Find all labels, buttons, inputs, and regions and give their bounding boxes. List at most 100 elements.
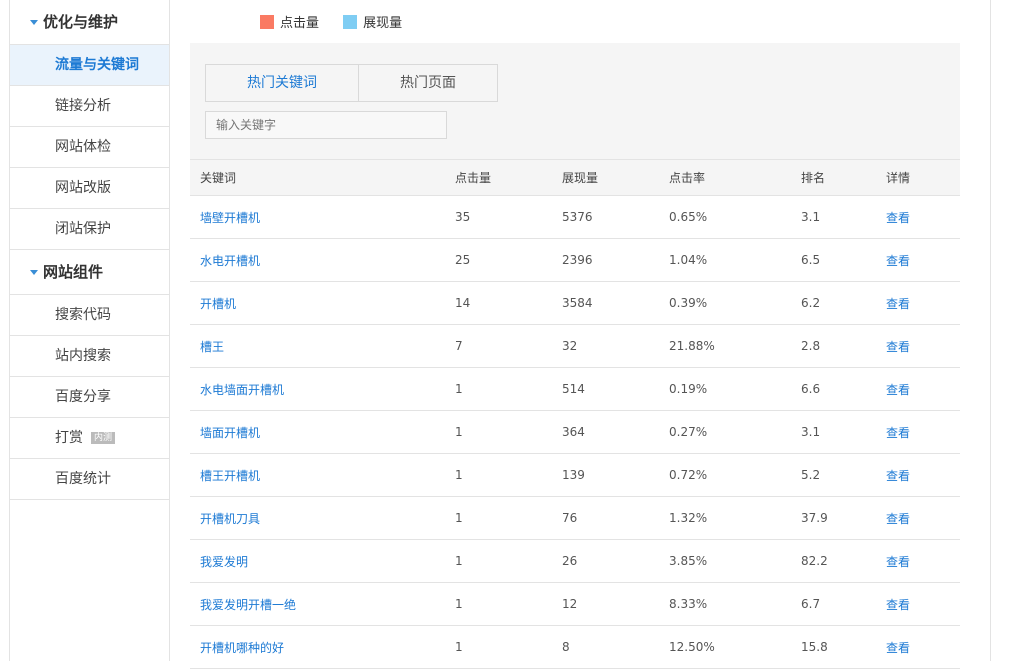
chart-legend: 点击量 展现量: [260, 12, 422, 31]
sidebar-item-baidu-stats[interactable]: 百度统计: [10, 459, 169, 500]
keyword-link[interactable]: 我爱发明开槽一绝: [200, 598, 296, 612]
impressions-cell: 12: [561, 582, 668, 626]
filter-panel: 热门关键词 热门页面: [190, 43, 960, 160]
clicks-cell: 1: [454, 539, 561, 583]
impressions-cell: 8: [561, 625, 668, 669]
keyword-link[interactable]: 墙面开槽机: [200, 426, 260, 440]
detail-link[interactable]: 查看: [885, 238, 960, 282]
detail-link[interactable]: 查看: [885, 539, 960, 583]
keyword-cell: 开槽机刀具: [190, 496, 454, 540]
sidebar-item-site-search[interactable]: 站内搜索: [10, 336, 169, 377]
ctr-cell: 3.85%: [668, 539, 800, 583]
rank-cell: 6.2: [800, 281, 885, 325]
detail-link[interactable]: 查看: [885, 367, 960, 411]
keyword-link[interactable]: 开槽机刀具: [200, 512, 260, 526]
ctr-cell: 0.19%: [668, 367, 800, 411]
rank-cell: 82.2: [800, 539, 885, 583]
table-row: 开槽机 14 3584 0.39% 6.2 查看: [190, 281, 960, 325]
sidebar-item-site-revision[interactable]: 网站改版: [10, 168, 169, 209]
sidebar-group-title: 优化与维护: [43, 13, 119, 31]
detail-link[interactable]: 查看: [885, 195, 960, 239]
impressions-cell: 139: [561, 453, 668, 497]
clicks-cell: 1: [454, 625, 561, 669]
ctr-cell: 21.88%: [668, 324, 800, 368]
clicks-cell: 1: [454, 582, 561, 626]
ctr-cell: 0.72%: [668, 453, 800, 497]
rank-cell: 3.1: [800, 410, 885, 454]
keyword-link[interactable]: 我爱发明: [200, 555, 248, 569]
sidebar-item-link-analysis[interactable]: 链接分析: [10, 86, 169, 127]
clicks-cell: 1: [454, 410, 561, 454]
rank-cell: 3.1: [800, 195, 885, 239]
table-row: 我爱发明开槽一绝 1 12 8.33% 6.7 查看: [190, 582, 960, 626]
keyword-cell: 墙壁开槽机: [190, 195, 454, 239]
caret-down-icon: [30, 270, 38, 275]
impressions-cell: 32: [561, 324, 668, 368]
clicks-cell: 1: [454, 496, 561, 540]
sidebar-item-site-protection[interactable]: 闭站保护: [10, 209, 169, 250]
keyword-link[interactable]: 槽王开槽机: [200, 469, 260, 483]
detail-link[interactable]: 查看: [885, 410, 960, 454]
legend-label: 点击量: [280, 16, 320, 31]
keyword-link[interactable]: 开槽机哪种的好: [200, 641, 284, 655]
table-row: 槽王开槽机 1 139 0.72% 5.2 查看: [190, 453, 960, 497]
keyword-cell: 开槽机: [190, 281, 454, 325]
detail-link[interactable]: 查看: [885, 453, 960, 497]
legend-swatch: [260, 15, 274, 29]
detail-link[interactable]: 查看: [885, 496, 960, 540]
rank-cell: 5.2: [800, 453, 885, 497]
page-border-right: [990, 0, 991, 661]
legend-label: 展现量: [363, 16, 403, 31]
keyword-cell: 槽王开槽机: [190, 453, 454, 497]
tab-hot-keywords[interactable]: 热门关键词: [206, 65, 358, 101]
legend-item-impressions[interactable]: 展现量: [343, 12, 402, 31]
clicks-cell: 1: [454, 367, 561, 411]
sidebar-item-traffic-keywords[interactable]: 流量与关键词: [10, 45, 169, 86]
keyword-link[interactable]: 水电墙面开槽机: [200, 383, 284, 397]
sidebar-item-baidu-share[interactable]: 百度分享: [10, 377, 169, 418]
keyword-table: 关键词 点击量 展现量 点击率 排名 详情 墙壁开槽机 35 5376 0.65% 3.…: [190, 160, 960, 669]
rank-cell: 2.8: [800, 324, 885, 368]
table-row: 水电开槽机 25 2396 1.04% 6.5 查看: [190, 238, 960, 282]
keyword-search-input[interactable]: [205, 111, 447, 139]
impressions-cell: 26: [561, 539, 668, 583]
rank-cell: 6.6: [800, 367, 885, 411]
impressions-cell: 2396: [561, 238, 668, 282]
legend-item-clicks[interactable]: 点击量: [260, 12, 319, 31]
table-row: 开槽机刀具 1 76 1.32% 37.9 查看: [190, 496, 960, 540]
rank-cell: 6.7: [800, 582, 885, 626]
table-body: 墙壁开槽机 35 5376 0.65% 3.1 查看 水电开槽机 25 2396 1.04% 6.5…: [190, 195, 960, 669]
keyword-link[interactable]: 槽王: [200, 340, 224, 354]
sidebar-item-site-check[interactable]: 网站体检: [10, 127, 169, 168]
impressions-cell: 514: [561, 367, 668, 411]
tab-hot-pages[interactable]: 热门页面: [358, 65, 497, 101]
table-row: 墙壁开槽机 35 5376 0.65% 3.1 查看: [190, 195, 960, 239]
table-row: 开槽机哪种的好 1 8 12.50% 15.8 查看: [190, 625, 960, 669]
ctr-cell: 12.50%: [668, 625, 800, 669]
caret-down-icon: [30, 20, 38, 25]
keyword-link[interactable]: 水电开槽机: [200, 254, 260, 268]
clicks-cell: 14: [454, 281, 561, 325]
detail-link[interactable]: 查看: [885, 324, 960, 368]
rank-cell: 15.8: [800, 625, 885, 669]
sidebar-item-search-code[interactable]: 搜索代码: [10, 295, 169, 336]
sidebar-group-components[interactable]: 网站组件: [10, 250, 169, 295]
detail-link[interactable]: 查看: [885, 625, 960, 669]
detail-link[interactable]: 查看: [885, 582, 960, 626]
col-detail-header: 详情: [885, 160, 960, 196]
keyword-cell: 我爱发明开槽一绝: [190, 582, 454, 626]
beta-badge: 内测: [91, 432, 116, 444]
detail-link[interactable]: 查看: [885, 281, 960, 325]
table-row: 墙面开槽机 1 364 0.27% 3.1 查看: [190, 410, 960, 454]
sidebar: 优化与维护 流量与关键词 链接分析 网站体检 网站改版 闭站保护 网站组件 搜索…: [10, 0, 170, 661]
sidebar-group-optimize[interactable]: 优化与维护: [10, 0, 169, 45]
table-row: 槽王 7 32 21.88% 2.8 查看: [190, 324, 960, 368]
table-row: 水电墙面开槽机 1 514 0.19% 6.6 查看: [190, 367, 960, 411]
sidebar-item-reward[interactable]: 打赏 内测: [10, 418, 169, 459]
clicks-cell: 35: [454, 195, 561, 239]
keyword-link[interactable]: 墙壁开槽机: [200, 211, 260, 225]
impressions-cell: 5376: [561, 195, 668, 239]
keyword-link[interactable]: 开槽机: [200, 297, 236, 311]
clicks-cell: 7: [454, 324, 561, 368]
sidebar-group-title: 网站组件: [43, 263, 104, 281]
